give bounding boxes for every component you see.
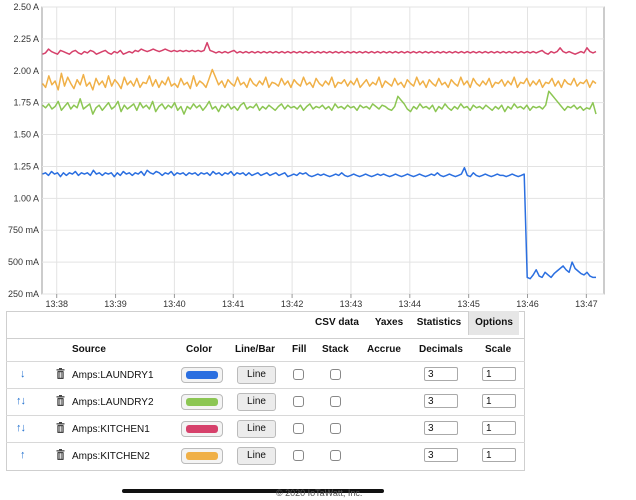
color-swatch (186, 371, 218, 379)
tab-options[interactable]: Options (468, 311, 519, 335)
trash-icon[interactable] (56, 395, 65, 406)
header-line-bar: Line/Bar (235, 344, 276, 355)
table-row: ↑↓ Amps:KITCHEN1 Line 3 1 (6, 415, 525, 443)
y-tick-label: 1.25 A (13, 161, 39, 171)
table-row: ↑↓ Amps:LAUNDRY2 Line 3 1 (6, 388, 525, 416)
reorder-arrows-icon[interactable]: ↑ (20, 449, 25, 461)
decimals-input[interactable]: 3 (424, 421, 458, 435)
scale-input[interactable]: 1 (482, 394, 516, 408)
y-tick-label: 500 mA (8, 257, 39, 267)
plot-area (41, 6, 605, 295)
color-swatch (186, 452, 218, 460)
x-tick-label: 13:40 (163, 299, 186, 309)
x-tick-label: 13:38 (45, 299, 68, 309)
fill-checkbox[interactable] (293, 423, 304, 434)
color-picker[interactable] (181, 367, 223, 383)
fill-checkbox[interactable] (293, 396, 304, 407)
x-tick-label: 13:43 (340, 299, 363, 309)
header-scale: Scale (485, 344, 512, 355)
y-tick-label: 1.75 A (13, 98, 39, 108)
x-tick-label: 13:42 (281, 299, 304, 309)
chart-grid (41, 6, 605, 298)
tab-yaxes[interactable]: Yaxes (368, 311, 410, 335)
y-tick-label: 250 mA (8, 289, 39, 299)
trash-icon[interactable] (56, 422, 65, 433)
y-tick-label: 1.50 A (13, 130, 39, 140)
reorder-arrows-icon[interactable]: ↓ (20, 368, 25, 380)
table-header: Source Color Line/Bar Fill Stack Accrue … (6, 338, 525, 361)
reorder-arrows-icon[interactable]: ↑↓ (16, 422, 26, 434)
x-tick-label: 13:46 (516, 299, 539, 309)
stack-checkbox[interactable] (330, 369, 341, 380)
header-fill: Fill (292, 344, 307, 355)
source-label: Amps:KITCHEN1 (72, 424, 150, 435)
x-tick-label: 13:41 (222, 299, 245, 309)
x-tick-label: 13:39 (104, 299, 127, 309)
color-picker[interactable] (181, 421, 223, 437)
x-tick-label: 13:44 (399, 299, 422, 309)
header-decimals: Decimals (419, 344, 463, 355)
x-axis: 13:38 13:39 13:40 13:41 13:42 13:43 13:44 13:45… (45, 299, 597, 309)
tab-statistics[interactable]: Statistics (410, 311, 468, 335)
fill-checkbox[interactable] (293, 369, 304, 380)
y-tick-label: 2.00 A (13, 66, 39, 76)
header-accrue: Accrue (367, 344, 401, 355)
fill-checkbox[interactable] (293, 450, 304, 461)
header-stack: Stack (322, 344, 349, 355)
decimals-input[interactable]: 3 (424, 394, 458, 408)
line-chart: 2.50 A 2.25 A 2.00 A 1.75 A 1.50 A 1.25 A 1.00… (8, 2, 605, 309)
copyright-footer: © 2020 IoTaWatt, Inc. (276, 488, 363, 498)
y-tick-label: 2.50 A (13, 2, 39, 12)
source-label: Amps:LAUNDRY2 (72, 397, 154, 408)
line-bar-button[interactable]: Line (237, 447, 276, 465)
source-label: Amps:KITCHEN2 (72, 451, 150, 462)
line-bar-button[interactable]: Line (237, 366, 276, 384)
panel-tabs: CSV data Yaxes Statistics Options (306, 311, 519, 337)
color-picker[interactable] (181, 448, 223, 464)
stack-checkbox[interactable] (330, 423, 341, 434)
color-picker[interactable] (181, 394, 223, 410)
x-tick-label: 13:47 (575, 299, 598, 309)
color-swatch (186, 398, 218, 406)
stack-checkbox[interactable] (330, 450, 341, 461)
source-label: Amps:LAUNDRY1 (72, 370, 154, 381)
scale-input[interactable]: 1 (482, 367, 516, 381)
header-source: Source (72, 344, 106, 355)
header-color: Color (186, 344, 213, 355)
line-bar-button[interactable]: Line (237, 420, 276, 438)
stack-checkbox[interactable] (330, 396, 341, 407)
y-axis: 2.50 A 2.25 A 2.00 A 1.75 A 1.50 A 1.25 A 1.00… (8, 2, 39, 299)
table-row: ↑ Amps:KITCHEN2 Line 3 1 (6, 442, 525, 470)
tab-csv-data[interactable]: CSV data (306, 311, 368, 335)
y-tick-label: 2.25 A (13, 34, 39, 44)
trash-icon[interactable] (56, 368, 65, 379)
trash-icon[interactable] (56, 449, 65, 460)
table-row: ↓ Amps:LAUNDRY1 Line 3 1 (6, 361, 525, 389)
x-tick-label: 13:45 (457, 299, 480, 309)
scale-input[interactable]: 1 (482, 448, 516, 462)
color-swatch (186, 425, 218, 433)
decimals-input[interactable]: 3 (424, 448, 458, 462)
decimals-input[interactable]: 3 (424, 367, 458, 381)
scale-input[interactable]: 1 (482, 421, 516, 435)
line-bar-button[interactable]: Line (237, 393, 276, 411)
y-tick-label: 750 mA (8, 225, 39, 235)
y-tick-label: 1.00 A (13, 193, 39, 203)
reorder-arrows-icon[interactable]: ↑↓ (16, 395, 26, 407)
